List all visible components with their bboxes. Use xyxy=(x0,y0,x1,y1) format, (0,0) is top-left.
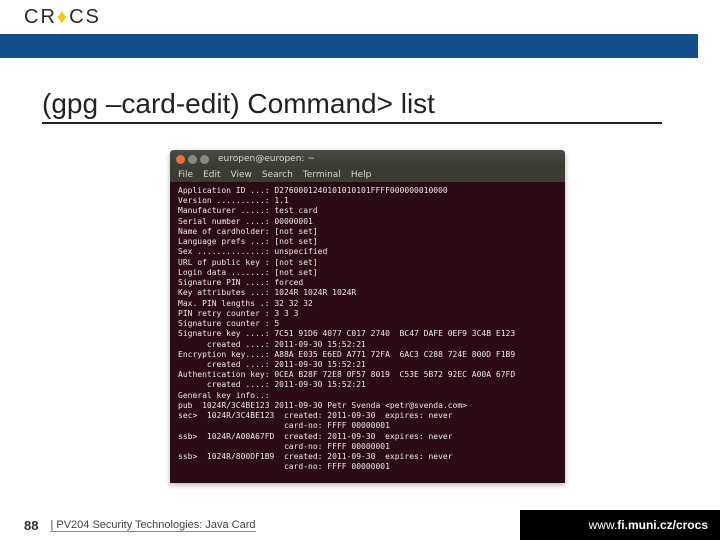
page-number: 88 xyxy=(24,518,38,533)
terminal-menubar: File Edit View Search Terminal Help xyxy=(170,168,565,182)
menu-search[interactable]: Search xyxy=(262,170,293,180)
logo-text-right: CS xyxy=(69,6,101,28)
terminal-title-text: europen@europen: ~ xyxy=(218,154,315,164)
slide-title: (gpg –card-edit) Command> list xyxy=(42,88,662,124)
footer-left: 88 | PV204 Security Technologies: Java C… xyxy=(0,510,520,540)
footer-url-prefix: www. xyxy=(589,518,618,532)
slide-footer: 88 | PV204 Security Technologies: Java C… xyxy=(0,510,720,540)
menu-terminal[interactable]: Terminal xyxy=(303,170,341,180)
maximize-icon[interactable] xyxy=(200,155,209,164)
logo-text-left: CR xyxy=(24,6,57,28)
footer-url-bold: fi.muni.cz/crocs xyxy=(617,518,708,532)
menu-file[interactable]: File xyxy=(178,170,193,180)
footer-course-text: | PV204 Security Technologies: Java Card xyxy=(50,519,255,532)
logo-accent: ♦ xyxy=(57,6,69,28)
minimize-icon[interactable] xyxy=(188,155,197,164)
terminal-output: Application ID ...: D2760001240101010101… xyxy=(170,182,565,483)
terminal-titlebar: europen@europen: ~ xyxy=(170,150,565,168)
terminal-window: europen@europen: ~ File Edit View Search… xyxy=(170,150,565,483)
menu-help[interactable]: Help xyxy=(351,170,372,180)
header-blue-band xyxy=(0,34,698,58)
menu-edit[interactable]: Edit xyxy=(203,170,220,180)
logo: CR♦CS xyxy=(24,6,101,29)
footer-url: www.fi.muni.cz/crocs xyxy=(520,510,720,540)
slide-header: CR♦CS xyxy=(0,0,720,58)
menu-view[interactable]: View xyxy=(231,170,252,180)
close-icon[interactable] xyxy=(176,155,185,164)
